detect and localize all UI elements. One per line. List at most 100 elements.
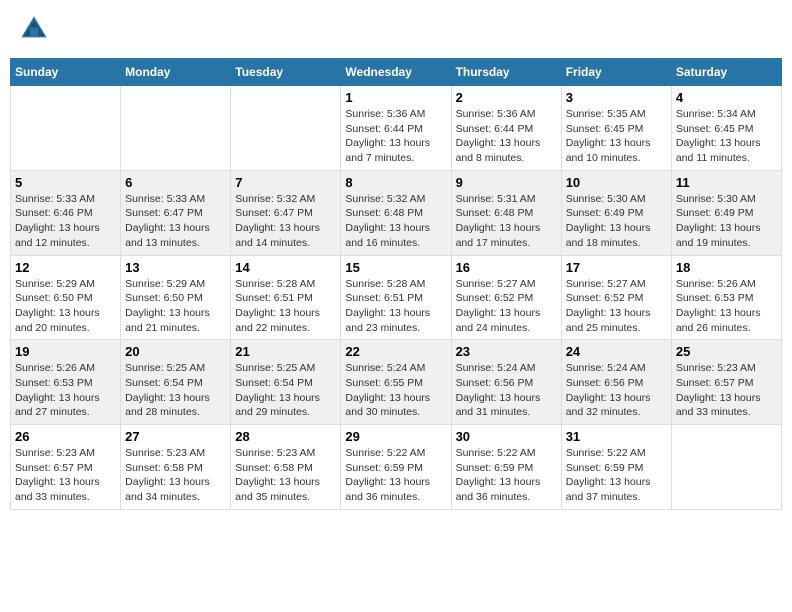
calendar-day: 5 Sunrise: 5:33 AM Sunset: 6:46 PM Daylig… [11,170,121,255]
calendar-header: SundayMondayTuesdayWednesdayThursdayFrid… [11,59,782,86]
day-number: 26 [15,429,116,444]
calendar-body: 1 Sunrise: 5:36 AM Sunset: 6:44 PM Daylig… [11,86,782,510]
page-header [10,10,782,48]
day-number: 22 [345,344,446,359]
weekday-header: Monday [121,59,231,86]
day-info: Sunrise: 5:29 AM Sunset: 6:50 PM Dayligh… [15,277,116,336]
day-info: Sunrise: 5:26 AM Sunset: 6:53 PM Dayligh… [15,361,116,420]
weekday-header: Sunday [11,59,121,86]
calendar-day: 28 Sunrise: 5:23 AM Sunset: 6:58 PM Dayli… [231,425,341,510]
day-number: 10 [566,175,667,190]
day-number: 6 [125,175,226,190]
calendar-day [231,86,341,171]
day-info: Sunrise: 5:26 AM Sunset: 6:53 PM Dayligh… [676,277,777,336]
day-number: 31 [566,429,667,444]
day-number: 19 [15,344,116,359]
calendar-day: 14 Sunrise: 5:28 AM Sunset: 6:51 PM Dayli… [231,255,341,340]
day-number: 13 [125,260,226,275]
calendar-day: 23Sunrise: 5:24 AM Sunset: 6:56 PM Dayli… [451,340,561,425]
calendar-day: 18 Sunrise: 5:26 AM Sunset: 6:53 PM Dayli… [671,255,781,340]
calendar-day [671,425,781,510]
calendar-day: 8Sunrise: 5:32 AM Sunset: 6:48 PM Daylig… [341,170,451,255]
calendar-day: 7 Sunrise: 5:32 AM Sunset: 6:47 PM Daylig… [231,170,341,255]
day-number: 29 [345,429,446,444]
calendar-day: 3 Sunrise: 5:35 AM Sunset: 6:45 PM Daylig… [561,86,671,171]
day-info: Sunrise: 5:28 AM Sunset: 6:51 PM Dayligh… [235,277,336,336]
day-number: 21 [235,344,336,359]
calendar-day [11,86,121,171]
day-info: Sunrise: 5:24 AM Sunset: 6:56 PM Dayligh… [566,361,667,420]
day-info: Sunrise: 5:29 AM Sunset: 6:50 PM Dayligh… [125,277,226,336]
calendar-day: 4 Sunrise: 5:34 AM Sunset: 6:45 PM Daylig… [671,86,781,171]
logo [20,15,50,43]
day-number: 4 [676,90,777,105]
calendar-day: 12Sunrise: 5:29 AM Sunset: 6:50 PM Dayli… [11,255,121,340]
day-info: Sunrise: 5:23 AM Sunset: 6:57 PM Dayligh… [15,446,116,505]
calendar-day: 21 Sunrise: 5:25 AM Sunset: 6:54 PM Dayli… [231,340,341,425]
day-number: 14 [235,260,336,275]
day-info: Sunrise: 5:23 AM Sunset: 6:57 PM Dayligh… [676,361,777,420]
calendar-day: 29Sunrise: 5:22 AM Sunset: 6:59 PM Dayli… [341,425,451,510]
day-number: 25 [676,344,777,359]
day-info: Sunrise: 5:27 AM Sunset: 6:52 PM Dayligh… [566,277,667,336]
day-info: Sunrise: 5:27 AM Sunset: 6:52 PM Dayligh… [456,277,557,336]
day-number: 9 [456,175,557,190]
weekday-header: Saturday [671,59,781,86]
calendar-day: 24 Sunrise: 5:24 AM Sunset: 6:56 PM Dayli… [561,340,671,425]
calendar-day: 10 Sunrise: 5:30 AM Sunset: 6:49 PM Dayli… [561,170,671,255]
calendar-day: 19 Sunrise: 5:26 AM Sunset: 6:53 PM Dayli… [11,340,121,425]
day-info: Sunrise: 5:32 AM Sunset: 6:47 PM Dayligh… [235,192,336,251]
day-info: Sunrise: 5:36 AM Sunset: 6:44 PM Dayligh… [345,107,446,166]
day-info: Sunrise: 5:36 AM Sunset: 6:44 PM Dayligh… [456,107,557,166]
calendar-day [121,86,231,171]
weekday-row: SundayMondayTuesdayWednesdayThursdayFrid… [11,59,782,86]
day-info: Sunrise: 5:25 AM Sunset: 6:54 PM Dayligh… [235,361,336,420]
day-number: 3 [566,90,667,105]
day-number: 23 [456,344,557,359]
day-number: 16 [456,260,557,275]
day-info: Sunrise: 5:23 AM Sunset: 6:58 PM Dayligh… [235,446,336,505]
day-number: 28 [235,429,336,444]
day-info: Sunrise: 5:33 AM Sunset: 6:47 PM Dayligh… [125,192,226,251]
day-info: Sunrise: 5:30 AM Sunset: 6:49 PM Dayligh… [676,192,777,251]
day-info: Sunrise: 5:22 AM Sunset: 6:59 PM Dayligh… [456,446,557,505]
calendar-week-row: 5 Sunrise: 5:33 AM Sunset: 6:46 PM Daylig… [11,170,782,255]
day-info: Sunrise: 5:35 AM Sunset: 6:45 PM Dayligh… [566,107,667,166]
calendar-day: 16 Sunrise: 5:27 AM Sunset: 6:52 PM Dayli… [451,255,561,340]
day-number: 1 [345,90,446,105]
calendar-week-row: 1 Sunrise: 5:36 AM Sunset: 6:44 PM Daylig… [11,86,782,171]
day-info: Sunrise: 5:22 AM Sunset: 6:59 PM Dayligh… [566,446,667,505]
day-number: 15 [345,260,446,275]
calendar-day: 26 Sunrise: 5:23 AM Sunset: 6:57 PM Dayli… [11,425,121,510]
day-number: 7 [235,175,336,190]
weekday-header: Thursday [451,59,561,86]
day-number: 17 [566,260,667,275]
weekday-header: Friday [561,59,671,86]
day-number: 18 [676,260,777,275]
calendar-week-row: 12Sunrise: 5:29 AM Sunset: 6:50 PM Dayli… [11,255,782,340]
logo-icon [20,15,48,43]
day-info: Sunrise: 5:34 AM Sunset: 6:45 PM Dayligh… [676,107,777,166]
day-number: 24 [566,344,667,359]
day-info: Sunrise: 5:23 AM Sunset: 6:58 PM Dayligh… [125,446,226,505]
calendar-day: 30 Sunrise: 5:22 AM Sunset: 6:59 PM Dayli… [451,425,561,510]
calendar-day: 15 Sunrise: 5:28 AM Sunset: 6:51 PM Dayli… [341,255,451,340]
day-number: 20 [125,344,226,359]
calendar-day: 13 Sunrise: 5:29 AM Sunset: 6:50 PM Dayli… [121,255,231,340]
weekday-header: Wednesday [341,59,451,86]
weekday-header: Tuesday [231,59,341,86]
day-number: 5 [15,175,116,190]
day-number: 2 [456,90,557,105]
calendar-day: 20Sunrise: 5:25 AM Sunset: 6:54 PM Dayli… [121,340,231,425]
day-info: Sunrise: 5:33 AM Sunset: 6:46 PM Dayligh… [15,192,116,251]
day-info: Sunrise: 5:28 AM Sunset: 6:51 PM Dayligh… [345,277,446,336]
day-number: 30 [456,429,557,444]
day-info: Sunrise: 5:30 AM Sunset: 6:49 PM Dayligh… [566,192,667,251]
day-number: 27 [125,429,226,444]
calendar-day: 17 Sunrise: 5:27 AM Sunset: 6:52 PM Dayli… [561,255,671,340]
calendar-day: 11Sunrise: 5:30 AM Sunset: 6:49 PM Dayli… [671,170,781,255]
calendar-table: SundayMondayTuesdayWednesdayThursdayFrid… [10,58,782,510]
calendar-day: 1 Sunrise: 5:36 AM Sunset: 6:44 PM Daylig… [341,86,451,171]
calendar-day: 6 Sunrise: 5:33 AM Sunset: 6:47 PM Daylig… [121,170,231,255]
calendar-week-row: 26 Sunrise: 5:23 AM Sunset: 6:57 PM Dayli… [11,425,782,510]
